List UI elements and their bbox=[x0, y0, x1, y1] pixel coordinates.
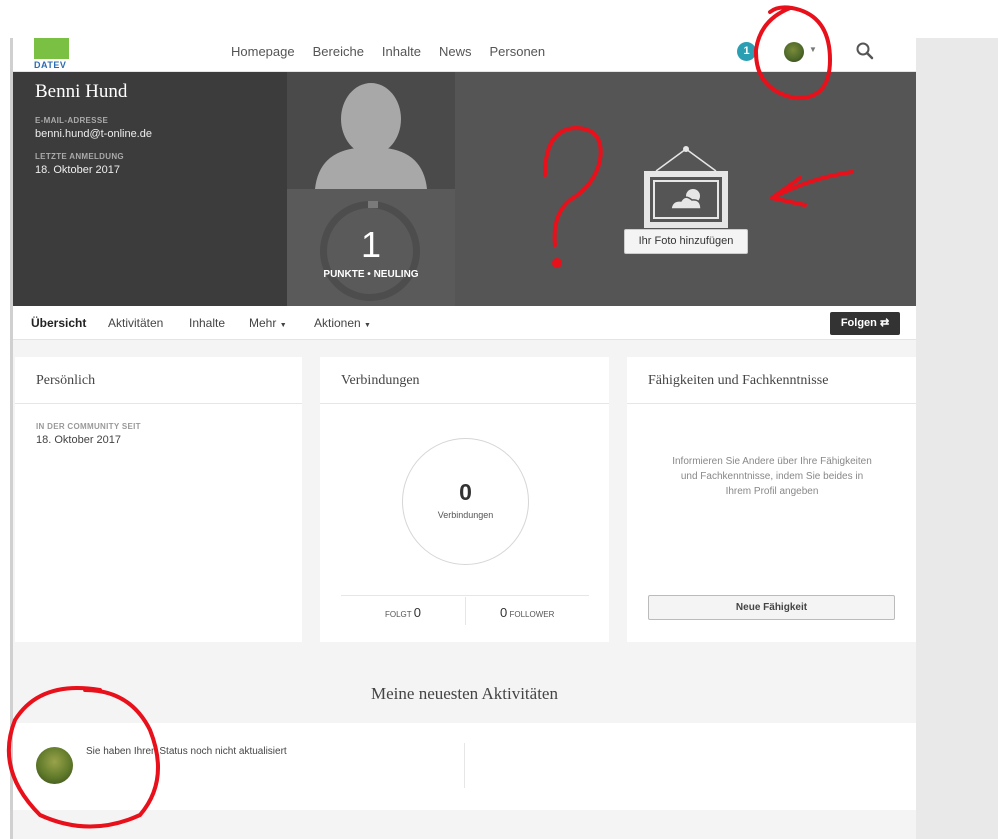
connections-circle[interactable]: 0 Verbindungen bbox=[402, 438, 529, 565]
search-icon[interactable] bbox=[855, 41, 875, 61]
follows-stat[interactable]: FOLGT 0 bbox=[385, 605, 421, 620]
follow-arrows-icon: ⇄ bbox=[879, 317, 890, 329]
chevron-down-icon[interactable]: ▼ bbox=[809, 45, 817, 54]
profile-name: Benni Hund bbox=[35, 81, 128, 102]
last-login-label: LETZTE ANMELDUNG bbox=[35, 152, 124, 161]
tab-actions[interactable]: Aktionen ▼ bbox=[314, 316, 371, 330]
notification-badge[interactable]: 1 bbox=[737, 42, 756, 61]
divider bbox=[15, 403, 302, 404]
tab-more-label: Mehr bbox=[249, 316, 277, 330]
divider bbox=[320, 403, 609, 404]
personal-title: Persönlich bbox=[36, 373, 96, 388]
datev-logo[interactable]: DATEV bbox=[34, 38, 69, 70]
connections-count-label: Verbindungen bbox=[437, 510, 494, 520]
nav-link-inhalte[interactable]: Inhalte bbox=[382, 44, 421, 59]
picture-frame-icon[interactable] bbox=[641, 146, 731, 228]
connections-card: Verbindungen 0 Verbindungen FOLGT 0 0 FO… bbox=[320, 357, 609, 642]
activity-title: Meine neuesten Aktivitäten bbox=[371, 684, 558, 703]
follow-button[interactable]: Folgen ⇄ bbox=[830, 312, 900, 335]
logo-mark bbox=[34, 38, 69, 59]
divider bbox=[627, 403, 916, 404]
skills-title: Fähigkeiten und Fachkenntnisse bbox=[648, 373, 829, 388]
nav-link-bereiche[interactable]: Bereiche bbox=[313, 44, 364, 59]
skills-empty-text: Informieren Sie Andere über Ihre Fähigke… bbox=[672, 456, 872, 497]
profile-subnav: Übersicht Aktivitäten Inhalte Mehr ▼ Akt… bbox=[13, 306, 916, 340]
divider bbox=[341, 595, 589, 596]
last-login-value: 18. Oktober 2017 bbox=[35, 164, 121, 176]
chevron-down-icon: ▼ bbox=[364, 322, 371, 329]
tab-activities[interactable]: Aktivitäten bbox=[108, 316, 163, 330]
top-navigation: DATEV Homepage Bereiche Inhalte News Per… bbox=[13, 38, 916, 72]
tab-more[interactable]: Mehr ▼ bbox=[249, 316, 287, 330]
main-nav-links: Homepage Bereiche Inhalte News Personen bbox=[231, 44, 545, 59]
personal-card: Persönlich IN DER COMMUNITY SEIT 18. Okt… bbox=[15, 357, 302, 642]
points-value: 1 bbox=[360, 224, 382, 265]
user-avatar-menu[interactable] bbox=[784, 42, 804, 62]
divider bbox=[465, 597, 466, 625]
email-label: E-MAIL-ADRESSE bbox=[35, 116, 109, 125]
followers-label: FOLLOWER bbox=[509, 610, 555, 619]
skills-card: Fähigkeiten und Fachkenntnisse Informier… bbox=[627, 357, 916, 642]
tab-content[interactable]: Inhalte bbox=[189, 316, 225, 330]
community-since-value: 18. Oktober 2017 bbox=[36, 434, 122, 446]
nav-link-homepage[interactable]: Homepage bbox=[231, 44, 295, 59]
follows-label: FOLGT bbox=[385, 610, 412, 619]
avatar-placeholder-icon bbox=[315, 83, 427, 189]
background-right bbox=[916, 38, 998, 839]
community-since-label: IN DER COMMUNITY SEIT bbox=[36, 422, 141, 431]
divider bbox=[464, 743, 465, 788]
connections-title: Verbindungen bbox=[341, 373, 420, 388]
points-label: PUNKTE • NEULING bbox=[323, 269, 419, 280]
tab-overview[interactable]: Übersicht bbox=[31, 316, 86, 330]
follows-count: 0 bbox=[413, 605, 421, 620]
avatar[interactable] bbox=[36, 747, 73, 784]
points-panel: 1 PUNKTE • NEULING bbox=[287, 189, 455, 306]
email-value[interactable]: benni.hund@t-online.de bbox=[35, 128, 152, 140]
new-skill-button[interactable]: Neue Fähigkeit bbox=[648, 595, 895, 620]
tab-actions-label: Aktionen bbox=[314, 316, 361, 330]
follow-label: Folgen bbox=[840, 317, 877, 329]
status-text: Sie haben Ihren Status noch nicht aktual… bbox=[86, 746, 287, 757]
add-photo-button[interactable]: Ihr Foto hinzufügen bbox=[624, 229, 748, 254]
followers-stat[interactable]: 0 FOLLOWER bbox=[500, 605, 554, 620]
logo-text: DATEV bbox=[34, 60, 67, 70]
profile-avatar[interactable] bbox=[287, 72, 455, 189]
activity-panel: Sie haben Ihren Status noch nicht aktual… bbox=[13, 723, 916, 810]
connections-count: 0 bbox=[459, 479, 472, 505]
nav-link-personen[interactable]: Personen bbox=[489, 44, 545, 59]
profile-page: DATEV Homepage Bereiche Inhalte News Per… bbox=[13, 38, 916, 839]
chevron-down-icon: ▼ bbox=[279, 322, 287, 329]
followers-count: 0 bbox=[500, 605, 508, 620]
points-progress-mark bbox=[368, 201, 378, 208]
nav-link-news[interactable]: News bbox=[439, 44, 472, 59]
